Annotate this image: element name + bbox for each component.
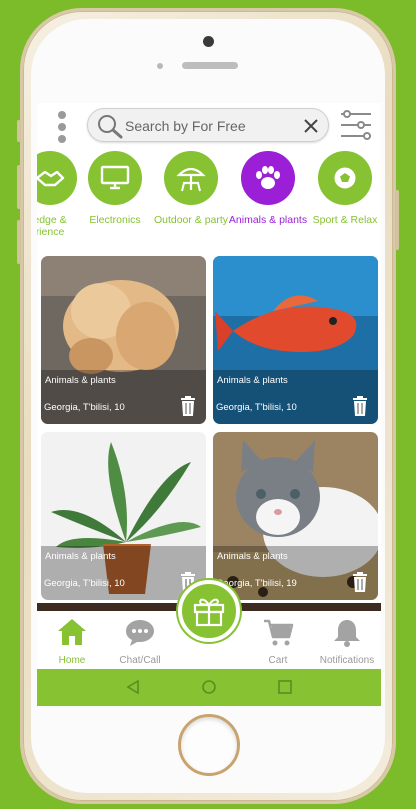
app-screen: edge & rience Electronics Outdoor & part… [37,103,381,706]
listing-card[interactable]: Animals & plants Georgia, T'bilisi, 10 [213,256,378,424]
listing-category: Animals & plants [217,375,288,386]
home-hardware-button[interactable] [178,714,240,776]
search-input[interactable] [125,115,295,137]
nav-home[interactable]: Home [37,617,107,666]
home-icon [58,619,86,645]
volume-up-button [17,165,21,209]
paw-icon [241,151,295,205]
category-sport[interactable]: Sport & Relax [305,151,381,226]
nav-chat[interactable]: Chat/Call [105,617,175,666]
menu-dots-icon[interactable] [55,111,67,145]
trash-icon[interactable] [352,396,368,416]
category-label: Electronics [89,214,141,226]
volume-down-button [17,220,21,264]
filter-sliders-icon[interactable] [339,109,373,141]
proximity-sensor [157,63,163,69]
search-bar [87,108,329,142]
umbrella-table-icon [164,151,218,205]
mute-switch [17,120,21,142]
nav-notifications[interactable]: Notifications [312,617,381,666]
category-animals[interactable]: Animals & plants [228,151,308,226]
system-nav-bar [37,669,381,706]
category-label: Outdoor & party [153,214,229,226]
nav-label: Cart [268,655,288,666]
bell-icon [334,620,360,647]
listing-category: Animals & plants [45,551,116,562]
monitor-icon [88,151,142,205]
clear-search-icon[interactable] [302,117,320,135]
category-scroller[interactable]: edge & rience Electronics Outdoor & part… [37,151,381,243]
power-button [395,190,399,250]
nav-label: Notifications [319,655,375,666]
search-icon [98,115,123,139]
listing-category: Animals & plants [217,551,288,562]
gift-icon [193,598,225,627]
listing-category: Animals & plants [45,375,116,386]
listing-location: Georgia, T'bilisi, 10 [216,402,297,413]
category-electronics[interactable]: Electronics [75,151,155,226]
listing-location: Georgia, T'bilisi, 10 [44,402,125,413]
handshake-icon [37,151,77,205]
listing-location: Georgia, T'bilisi, 10 [44,578,125,589]
chat-bubble-icon [126,620,154,646]
recents-square-icon[interactable] [277,679,293,695]
soccer-ball-icon [318,151,372,205]
nav-label: Home [58,655,86,666]
back-triangle-icon[interactable] [125,679,141,695]
home-circle-icon[interactable] [201,679,217,695]
free-gift-button[interactable] [178,580,240,642]
front-camera [203,36,214,47]
earpiece-speaker [182,62,238,69]
listing-card[interactable]: Animals & plants Georgia, T'bilisi, 10 [41,432,206,600]
trash-icon[interactable] [180,396,196,416]
trash-icon[interactable] [352,572,368,592]
category-outdoor[interactable]: Outdoor & party [151,151,231,226]
cart-icon [264,619,294,646]
category-label: Animals & plants [228,214,308,226]
nav-cart[interactable]: Cart [243,617,313,666]
category-label: Sport & Relax [312,214,378,226]
nav-label: Chat/Call [119,655,161,666]
listing-card[interactable]: Animals & plants Georgia, T'bilisi, 19 [213,432,378,600]
listing-card[interactable]: Animals & plants Georgia, T'bilisi, 10 [41,256,206,424]
